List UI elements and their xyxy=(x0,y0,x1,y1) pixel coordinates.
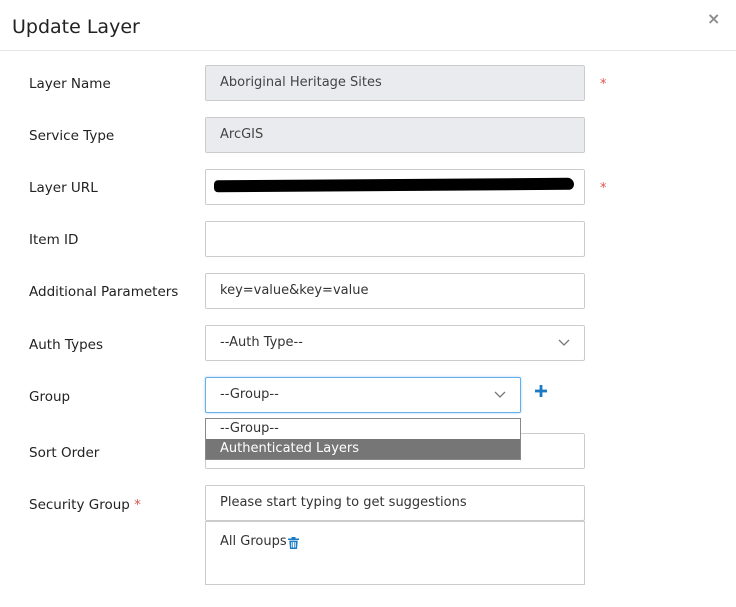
layer-name-field[interactable]: Aboriginal Heritage Sites xyxy=(205,65,585,101)
sort-order-label: Sort Order xyxy=(29,445,100,461)
trash-icon[interactable] xyxy=(288,537,299,549)
layer-name-label: Layer Name xyxy=(29,76,111,92)
chevron-down-icon xyxy=(558,339,570,346)
auth-types-label: Auth Types xyxy=(29,337,103,353)
security-group-label: Security Group * xyxy=(29,497,141,513)
required-marker: * xyxy=(600,77,607,92)
dropdown-option[interactable]: --Group-- xyxy=(206,419,520,439)
group-selected-value: --Group-- xyxy=(220,387,279,402)
required-marker: * xyxy=(600,181,607,196)
security-group-search-input[interactable]: Please start typing to get suggestions xyxy=(205,485,585,521)
item-id-label: Item ID xyxy=(29,232,79,248)
auth-types-selected-value: --Auth Type-- xyxy=(220,335,303,350)
item-id-field[interactable] xyxy=(205,221,585,257)
dropdown-option-highlighted[interactable]: Authenticated Layers xyxy=(206,439,520,459)
close-icon[interactable]: × xyxy=(707,11,720,27)
group-dropdown-list: --Group-- Authenticated Layers xyxy=(205,418,521,460)
auth-types-select[interactable]: --Auth Type-- xyxy=(205,325,585,361)
service-type-field[interactable]: ArcGIS xyxy=(205,117,585,153)
redaction-mark xyxy=(213,177,575,193)
group-label: Group xyxy=(29,389,71,405)
dialog-title: Update Layer xyxy=(12,16,140,38)
layer-url-field[interactable] xyxy=(205,169,585,205)
chevron-down-icon xyxy=(494,391,506,398)
layer-url-label: Layer URL xyxy=(29,180,98,196)
selected-security-groups: All Groups xyxy=(205,521,585,585)
update-layer-dialog: Update Layer × Layer Name Aboriginal Her… xyxy=(0,0,736,607)
add-group-plus-icon[interactable] xyxy=(534,384,548,398)
service-type-label: Service Type xyxy=(29,128,115,144)
dialog-header: Update Layer × xyxy=(0,0,736,51)
additional-parameters-label: Additional Parameters xyxy=(29,284,179,300)
security-group-item: All Groups xyxy=(220,534,287,549)
security-group-label-text: Security Group xyxy=(29,497,130,513)
group-select[interactable]: --Group-- xyxy=(205,377,521,413)
additional-parameters-field[interactable]: key=value&key=value xyxy=(205,273,585,309)
required-marker: * xyxy=(134,497,141,513)
